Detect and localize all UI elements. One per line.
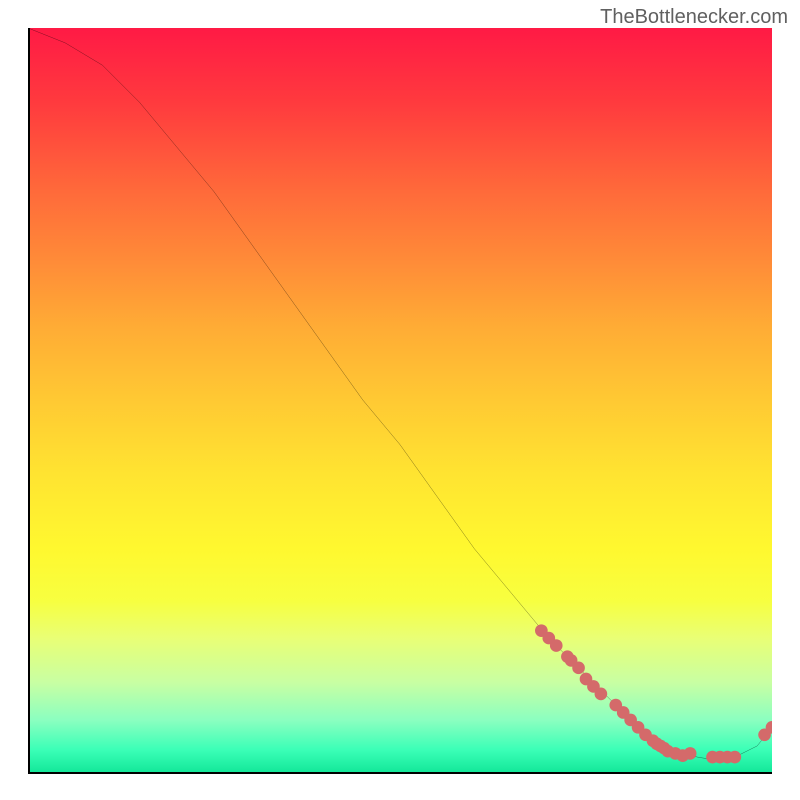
x-axis bbox=[28, 772, 772, 774]
chart-background bbox=[28, 28, 772, 772]
y-axis bbox=[28, 28, 30, 772]
watermark-text: TheBottlenecker.com bbox=[600, 6, 788, 29]
